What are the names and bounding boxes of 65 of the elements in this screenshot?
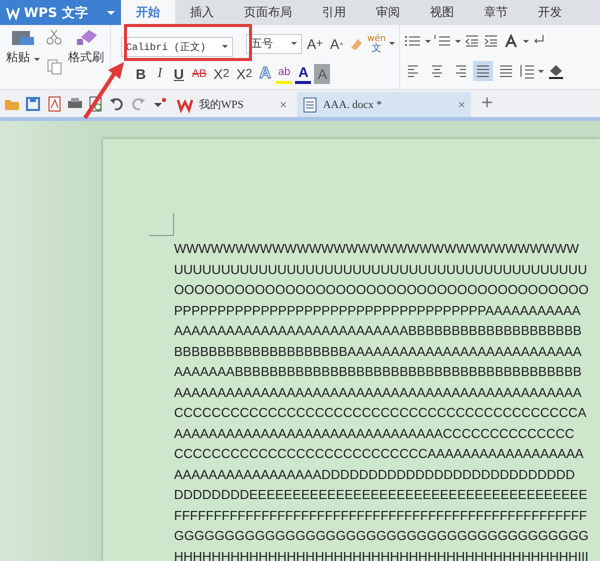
text-line: CCCCCCCCCCCCCCCCCCCCCCCCCCCAAAAAAAAAAAAAAAAAA — [174, 445, 585, 463]
save-icon[interactable] — [25, 96, 41, 112]
text-line: BBBBBBBBBBBBBBBBBBBBAAAAAAAAAAAAAAAAAAAAAAAAAAA — [174, 342, 583, 360]
app-menu-button[interactable]: WPS 文字 — [0, 0, 121, 25]
caret-icon[interactable] — [34, 58, 40, 61]
text-line: FFFFFFFFFFFFFFFFFFFFFFFFFFFFFFFFFFFFFFFFFFFFFFFFFFFF — [174, 506, 588, 524]
ribbon-tab[interactable]: 引用 — [307, 0, 361, 25]
ribbon-tab[interactable]: 视图 — [415, 0, 469, 25]
caret-icon[interactable] — [454, 40, 461, 42]
text-line: OOOOOOOOOOOOOOOOOOOOOOOOOOOOOOOOOOOOOOOOO — [174, 281, 590, 299]
caret-icon[interactable] — [538, 70, 544, 72]
text-line: AAAAAAABBBBBBBBBBBBBBBBBBBBBBBBBBBBBBBBBBBBBBBB — [174, 363, 583, 381]
format-button[interactable]: I — [152, 64, 168, 84]
ribbon-tab[interactable]: 插入 — [175, 0, 229, 25]
ribbon-tab[interactable]: 开始 — [121, 0, 175, 25]
format-button[interactable]: AB — [190, 64, 209, 84]
text-line: GGGGGGGGGGGGGGGGGGGGGGGGGGGGGGGGGGGGGGGGG — [174, 527, 590, 545]
new-tab-button[interactable]: + — [475, 91, 499, 116]
annotation-arrow — [82, 62, 126, 120]
document-tab[interactable]: 我的WPS × — [171, 92, 293, 117]
format-button[interactable]: U — [170, 64, 187, 84]
paint-bucket-icon[interactable] — [546, 63, 565, 79]
clipboard-icon[interactable] — [10, 29, 36, 45]
ribbon-tab[interactable]: 页面布局 — [229, 0, 307, 25]
pinyin-button[interactable]: wén 文 — [367, 34, 386, 52]
text-effect-button[interactable]: ab — [276, 64, 292, 84]
align-lines-icon — [498, 63, 514, 79]
align-lines-icon — [474, 63, 491, 79]
paste-button[interactable]: 粘贴 — [6, 29, 40, 66]
caret-icon[interactable] — [388, 42, 395, 45]
text-line: HHHHHHHHHHHHHHHHHHHHHHHHHHHHHHHHHHHHHHHHHHHIII — [174, 548, 590, 561]
ribbon-tab[interactable]: 审阅 — [361, 0, 415, 25]
outdent-icon[interactable] — [464, 33, 480, 49]
font-name-field[interactable]: Calibri (正文) — [120, 36, 233, 56]
format-painter-button[interactable]: 格式刷 — [68, 29, 104, 66]
text-line: PPPPPPPPPPPPPPPPPPPPPPPPPPPPPPPPPPPPAAAAAAAAAAA — [174, 302, 582, 320]
bullet-list-icon[interactable] — [404, 33, 422, 49]
line-spacing-icon[interactable] — [518, 63, 535, 79]
ribbon-tab[interactable]: 章节 — [469, 0, 523, 25]
text-line: AAAAAAAAAAAAAAAAAAAAAAAAAAABBBBBBBBBBBBBBBBBBBB — [174, 322, 583, 340]
text-line: DDDDDDDDEEEEEEEEEEEEEEEEEEEEEEEEEEEEEEEEEEEEEEE — [174, 486, 588, 504]
format-button[interactable]: B — [132, 64, 149, 84]
document-tab[interactable]: AAA. docx * × — [296, 92, 472, 117]
caret-icon[interactable] — [290, 42, 297, 45]
text-line: WWWWWWWWWWWWWWWWWWWWWWWWWWWWWWWWW — [174, 240, 580, 258]
ribbon-tab[interactable]: 开发 — [523, 0, 577, 25]
align-button[interactable] — [472, 61, 493, 81]
copy-icon[interactable] — [46, 59, 62, 75]
text-effect-button[interactable]: A — [295, 64, 312, 84]
font-size-field[interactable]: 五号 — [246, 34, 302, 54]
document-icon — [302, 96, 317, 112]
undo-icon[interactable] — [109, 96, 125, 112]
text-line: AAAAAAAAAAAAAAAAADDDDDDDDDDDDDDDDDDDDDDDDDDD — [174, 466, 576, 484]
text-line: UUUUUUUUUUUUUUUUUUUUUUUUUUUUUUUUUUUUUUUUUUUU — [174, 260, 588, 278]
caret-icon[interactable] — [522, 40, 529, 42]
scissors-icon[interactable] — [46, 29, 62, 45]
pdf-icon[interactable] — [46, 96, 62, 112]
text-line: AAAAAAAAAAAAAAAAAAAAAAAAAAAAAAAAAAAAAAAAAAAAAAA — [174, 384, 583, 402]
caret-icon[interactable] — [222, 45, 228, 48]
caret-icon[interactable] — [424, 40, 431, 42]
text-line: CCCCCCCCCCCCCCCCCCCCCCCCCCCCCCCCCCCCCCCCCCCA — [174, 404, 588, 422]
margin-corner-mark — [149, 213, 174, 236]
indent-icon[interactable] — [482, 33, 499, 49]
text-line: AAAAAAAAAAAAAAAAAAAAAAAAAAAAAAACCCCCCCCCCCCCC — [174, 424, 576, 442]
wps-logo-icon — [177, 96, 193, 112]
